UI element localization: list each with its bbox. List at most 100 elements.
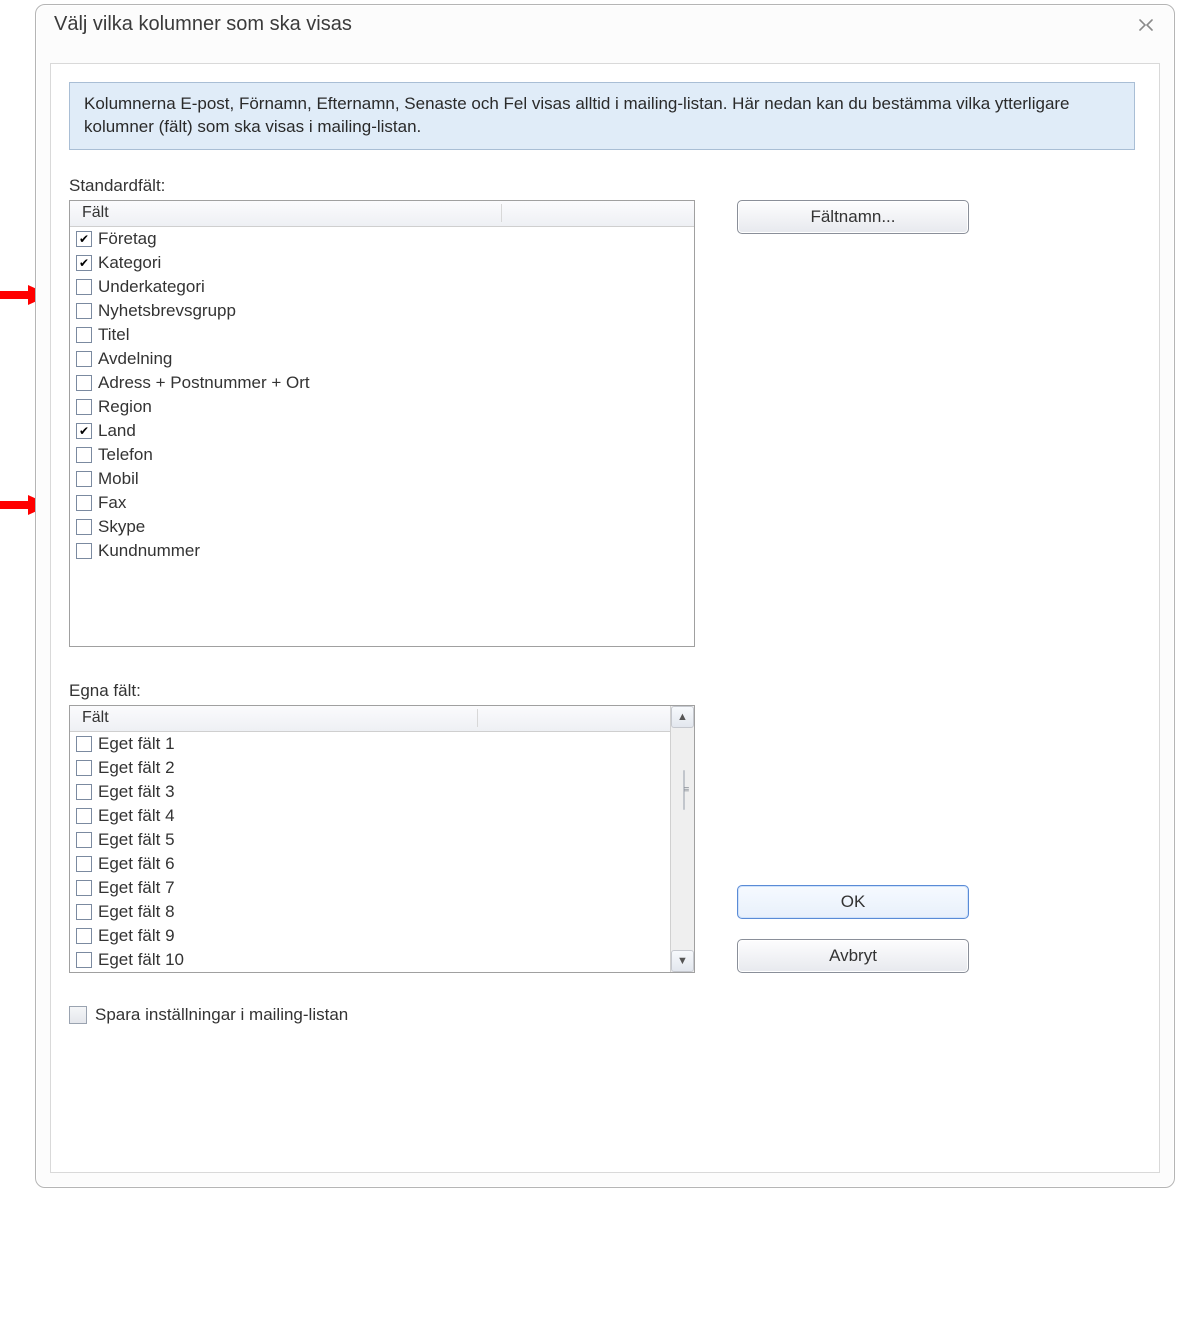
list-item[interactable]: Mobil — [70, 467, 694, 491]
scroll-up-icon[interactable]: ▲ — [671, 706, 694, 728]
list-item-label: Region — [98, 397, 152, 417]
checkbox[interactable] — [76, 423, 92, 439]
checkbox[interactable] — [76, 447, 92, 463]
fieldnames-button-label: Fältnamn... — [810, 207, 895, 227]
ok-button-label: OK — [841, 892, 866, 912]
checkbox[interactable] — [76, 231, 92, 247]
list-header-standard[interactable]: Fält — [70, 201, 694, 227]
list-item-label: Mobil — [98, 469, 139, 489]
checkbox[interactable] — [76, 375, 92, 391]
list-item-label: Eget fält 5 — [98, 830, 175, 850]
list-item[interactable]: Eget fält 8 — [70, 900, 670, 924]
checkbox[interactable] — [76, 808, 92, 824]
list-item-label: Eget fält 1 — [98, 734, 175, 754]
info-panel: Kolumnerna E-post, Förnamn, Efternamn, S… — [69, 82, 1135, 150]
dialog-body: Kolumnerna E-post, Förnamn, Efternamn, S… — [50, 63, 1160, 1173]
list-item[interactable]: Eget fält 10 — [70, 948, 670, 972]
list-item[interactable]: Kundnummer — [70, 539, 694, 563]
checkbox[interactable] — [76, 952, 92, 968]
list-item-label: Eget fält 4 — [98, 806, 175, 826]
list-item-label: Adress + Postnummer + Ort — [98, 373, 310, 393]
checkbox[interactable] — [76, 279, 92, 295]
checkbox[interactable] — [76, 856, 92, 872]
list-item-label: Företag — [98, 229, 157, 249]
list-item-label: Eget fält 2 — [98, 758, 175, 778]
save-settings-label: Spara inställningar i mailing-listan — [95, 1005, 348, 1025]
checkbox[interactable] — [76, 832, 92, 848]
list-item[interactable]: Eget fält 5 — [70, 828, 670, 852]
list-item[interactable]: Kategori — [70, 251, 694, 275]
list-item[interactable]: Fax — [70, 491, 694, 515]
list-item-label: Fax — [98, 493, 126, 513]
list-item[interactable]: Nyhetsbrevsgrupp — [70, 299, 694, 323]
list-item[interactable]: Eget fält 6 — [70, 852, 670, 876]
cancel-button-label: Avbryt — [829, 946, 877, 966]
checkbox[interactable] — [76, 351, 92, 367]
checkbox[interactable] — [76, 736, 92, 752]
list-item-label: Kategori — [98, 253, 161, 273]
list-item[interactable]: Land — [70, 419, 694, 443]
list-item-label: Nyhetsbrevsgrupp — [98, 301, 236, 321]
list-item[interactable]: Skype — [70, 515, 694, 539]
column-header-field[interactable]: Fält — [70, 204, 502, 222]
list-item-label: Eget fält 3 — [98, 782, 175, 802]
scrollbar[interactable]: ▲ ▼ — [670, 706, 694, 972]
list-item[interactable]: Eget fält 4 — [70, 804, 670, 828]
list-item-label: Skype — [98, 517, 145, 537]
list-item-label: Eget fält 8 — [98, 902, 175, 922]
checkbox[interactable] — [76, 327, 92, 343]
checkbox[interactable] — [76, 519, 92, 535]
checkbox[interactable] — [76, 303, 92, 319]
fieldnames-button[interactable]: Fältnamn... — [737, 200, 969, 234]
standard-fields-label: Standardfält: — [69, 176, 1135, 196]
info-text: Kolumnerna E-post, Förnamn, Efternamn, S… — [84, 94, 1070, 136]
list-item[interactable]: Underkategori — [70, 275, 694, 299]
list-item-label: Titel — [98, 325, 130, 345]
column-header-field-own[interactable]: Fält — [70, 709, 478, 727]
own-fields-list[interactable]: Fält Eget fält 1Eget fält 2Eget fält 3Eg… — [69, 705, 695, 973]
list-item-label: Eget fält 7 — [98, 878, 175, 898]
list-item-label: Kundnummer — [98, 541, 200, 561]
list-item[interactable]: Eget fält 7 — [70, 876, 670, 900]
checkbox[interactable] — [76, 784, 92, 800]
checkbox[interactable] — [76, 760, 92, 776]
list-header-own[interactable]: Fält — [70, 706, 670, 732]
save-settings-checkbox[interactable] — [69, 1006, 87, 1024]
list-item[interactable]: Eget fält 1 — [70, 732, 670, 756]
list-item-label: Telefon — [98, 445, 153, 465]
annotation-arrow-2-shaft — [0, 501, 30, 509]
list-item[interactable]: Telefon — [70, 443, 694, 467]
checkbox[interactable] — [76, 880, 92, 896]
list-item[interactable]: Region — [70, 395, 694, 419]
list-item[interactable]: Adress + Postnummer + Ort — [70, 371, 694, 395]
titlebar: Välj vilka kolumner som ska visas — [36, 5, 1174, 42]
scroll-down-icon[interactable]: ▼ — [671, 950, 694, 972]
list-item-label: Eget fält 10 — [98, 950, 184, 970]
list-item[interactable]: Eget fält 2 — [70, 756, 670, 780]
checkbox[interactable] — [76, 928, 92, 944]
checkbox[interactable] — [76, 399, 92, 415]
standard-fields-body: Företag KategoriUnderkategoriNyhetsbrevsg… — [70, 227, 694, 646]
checkbox[interactable] — [76, 904, 92, 920]
list-item[interactable]: Titel — [70, 323, 694, 347]
own-fields-body: Eget fält 1 Eget fält 2 Eget fält 3 Eget fä… — [70, 732, 670, 972]
close-icon[interactable] — [1136, 18, 1156, 32]
checkbox[interactable] — [76, 543, 92, 559]
annotation-arrow-1-shaft — [0, 291, 30, 299]
list-item-label: Land — [98, 421, 136, 441]
checkbox[interactable] — [76, 471, 92, 487]
list-item[interactable]: Avdelning — [70, 347, 694, 371]
list-item-label: Eget fält 9 — [98, 926, 175, 946]
standard-fields-list[interactable]: Fält Företag KategoriUnderkategoriNyhetsb… — [69, 200, 695, 647]
list-item[interactable]: Företag — [70, 227, 694, 251]
cancel-button[interactable]: Avbryt — [737, 939, 969, 973]
list-item[interactable]: Eget fält 3 — [70, 780, 670, 804]
list-item-label: Eget fält 6 — [98, 854, 175, 874]
scroll-thumb[interactable] — [683, 770, 685, 810]
list-item[interactable]: Eget fält 9 — [70, 924, 670, 948]
ok-button[interactable]: OK — [737, 885, 969, 919]
save-settings-row[interactable]: Spara inställningar i mailing-listan — [69, 1005, 1135, 1025]
checkbox[interactable] — [76, 255, 92, 271]
checkbox[interactable] — [76, 495, 92, 511]
list-item-label: Avdelning — [98, 349, 172, 369]
